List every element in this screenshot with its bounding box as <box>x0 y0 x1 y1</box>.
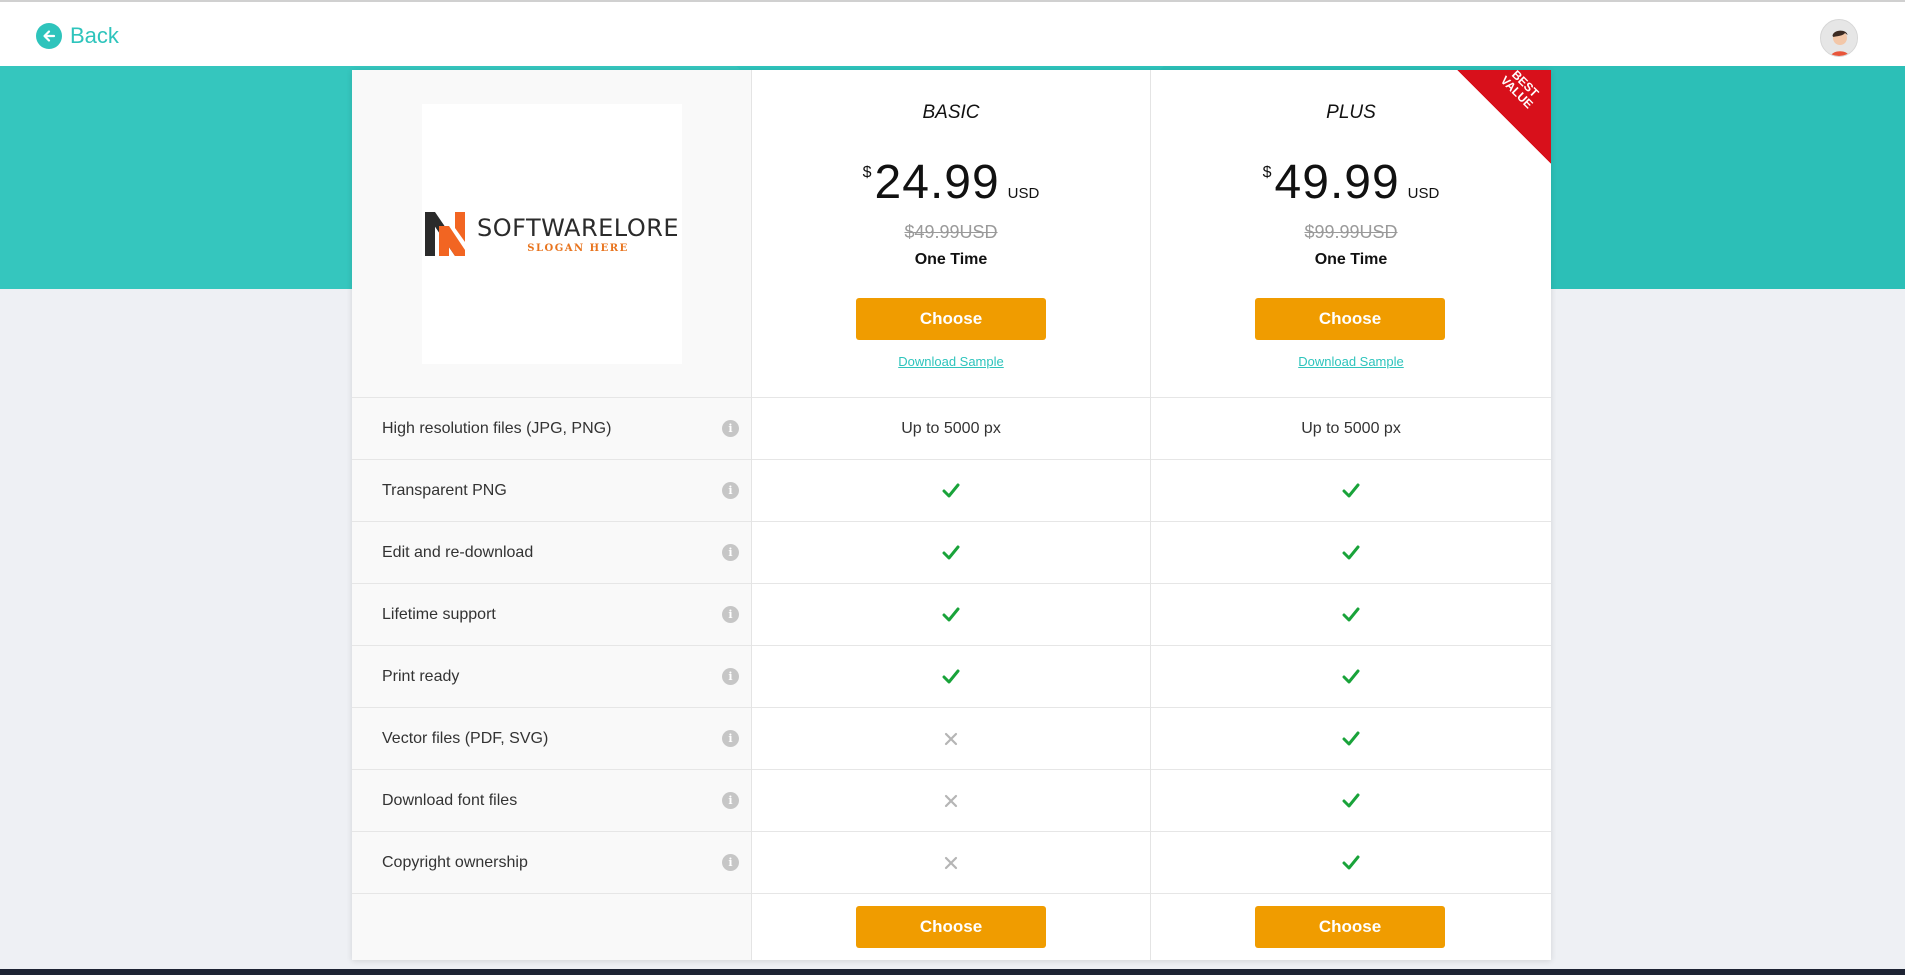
currency-code: USD <box>1007 185 1040 202</box>
feature-row: Up to 5000 px <box>752 397 1150 459</box>
original-price: $49.99USD <box>904 222 998 242</box>
feature-row <box>752 831 1150 893</box>
logo: SOFTWARELORE SLOGAN HERE <box>424 212 680 256</box>
price-amount: 24.99 <box>874 156 1000 209</box>
info-icon[interactable]: i <box>722 854 739 871</box>
feature-column: SOFTWARELORE SLOGAN HERE High resolution… <box>352 70 752 960</box>
footer-row <box>352 893 751 955</box>
plan-price: $ 49.99 USD <box>1151 156 1551 209</box>
feature-label: Edit and re-download <box>382 543 534 561</box>
billing-term: One Time <box>914 251 988 268</box>
feature-label: Download font files <box>382 791 518 809</box>
download-sample-link[interactable]: Download Sample <box>752 354 1150 369</box>
feature-label: Transparent PNG <box>382 481 507 499</box>
check-icon <box>1151 669 1551 684</box>
pricing-table: SOFTWARELORE SLOGAN HERE High resolution… <box>352 70 1551 960</box>
arrow-left-circle-icon <box>36 23 62 49</box>
download-sample-link[interactable]: Download Sample <box>1151 354 1551 369</box>
billing-term: One Time <box>1314 251 1388 268</box>
feature-row <box>752 459 1150 521</box>
currency-code: USD <box>1407 185 1440 202</box>
feature-row: Copyright ownership i <box>352 831 751 893</box>
plan-column-plus: BEST VALUE PLUS $ 49.99 USD $99.99USD On… <box>1151 70 1551 960</box>
feature-label: Vector files (PDF, SVG) <box>382 729 549 747</box>
logo-preview: SOFTWARELORE SLOGAN HERE <box>422 104 682 364</box>
feature-value: Up to 5000 px <box>901 419 1001 437</box>
back-label: Back <box>70 23 119 48</box>
check-icon <box>1151 731 1551 746</box>
feature-row: Print ready i <box>352 645 751 707</box>
feature-label: Print ready <box>382 667 460 685</box>
feature-row <box>1151 583 1551 645</box>
feature-row <box>1151 769 1551 831</box>
info-icon[interactable]: i <box>722 730 739 747</box>
original-price: $99.99USD <box>1304 222 1398 242</box>
check-icon <box>752 545 1150 560</box>
check-icon <box>1151 793 1551 808</box>
cross-icon <box>752 732 1150 746</box>
currency-symbol: $ <box>862 164 872 181</box>
price-amount: 49.99 <box>1274 156 1400 209</box>
currency-symbol: $ <box>1262 164 1272 181</box>
back-button[interactable]: Back <box>36 22 119 50</box>
choose-basic-button-bottom[interactable]: Choose <box>856 906 1046 948</box>
info-icon[interactable]: i <box>722 544 739 561</box>
user-avatar-icon <box>1821 20 1857 56</box>
feature-row: Lifetime support i <box>352 583 751 645</box>
feature-row: Vector files (PDF, SVG) i <box>352 707 751 769</box>
choose-plus-button[interactable]: Choose <box>1255 298 1445 340</box>
feature-row <box>1151 707 1551 769</box>
feature-row <box>752 769 1150 831</box>
info-icon[interactable]: i <box>722 668 739 685</box>
plan-header: PLUS $ 49.99 USD $99.99USD One Time Choo… <box>1151 70 1551 397</box>
feature-row <box>752 645 1150 707</box>
plan-header: BASIC $ 24.99 USD $49.99USD One Time Cho… <box>752 70 1150 397</box>
feature-row <box>1151 521 1551 583</box>
cross-icon <box>752 794 1150 808</box>
check-icon <box>1151 855 1551 870</box>
logo-mark-icon <box>424 212 465 256</box>
feature-row: High resolution files (JPG, PNG) i <box>352 397 751 459</box>
plan-name: BASIC <box>922 102 980 123</box>
info-icon[interactable]: i <box>722 792 739 809</box>
check-icon <box>752 669 1150 684</box>
feature-row: Up to 5000 px <box>1151 397 1551 459</box>
cross-icon <box>752 856 1150 870</box>
check-icon <box>1151 545 1551 560</box>
feature-row <box>1151 831 1551 893</box>
plan-price: $ 24.99 USD <box>752 156 1150 209</box>
feature-row <box>1151 645 1551 707</box>
feature-label: Copyright ownership <box>382 853 528 871</box>
avatar[interactable] <box>1820 19 1858 57</box>
info-icon[interactable]: i <box>722 420 739 437</box>
choose-plus-button-bottom[interactable]: Choose <box>1255 906 1445 948</box>
plan-name: PLUS <box>1326 102 1376 123</box>
check-icon <box>1151 483 1551 498</box>
feature-row <box>752 583 1150 645</box>
feature-row: Download font files i <box>352 769 751 831</box>
check-icon <box>752 483 1150 498</box>
feature-row <box>752 707 1150 769</box>
feature-row <box>1151 459 1551 521</box>
feature-value: Up to 5000 px <box>1301 419 1401 437</box>
feature-row <box>752 521 1150 583</box>
bottom-bar <box>0 969 1905 975</box>
choose-basic-button[interactable]: Choose <box>856 298 1046 340</box>
plan-column-basic: BASIC $ 24.99 USD $49.99USD One Time Cho… <box>752 70 1151 960</box>
top-bar: Back <box>0 0 1905 66</box>
info-icon[interactable]: i <box>722 482 739 499</box>
feature-label: Lifetime support <box>382 605 496 623</box>
feature-row: Edit and re-download i <box>352 521 751 583</box>
check-icon <box>1151 607 1551 622</box>
logo-slogan: SLOGAN HERE <box>527 243 629 254</box>
feature-label: High resolution files (JPG, PNG) <box>382 419 612 437</box>
info-icon[interactable]: i <box>722 606 739 623</box>
feature-row: Transparent PNG i <box>352 459 751 521</box>
logo-name: SOFTWARELORE <box>476 214 680 242</box>
check-icon <box>752 607 1150 622</box>
